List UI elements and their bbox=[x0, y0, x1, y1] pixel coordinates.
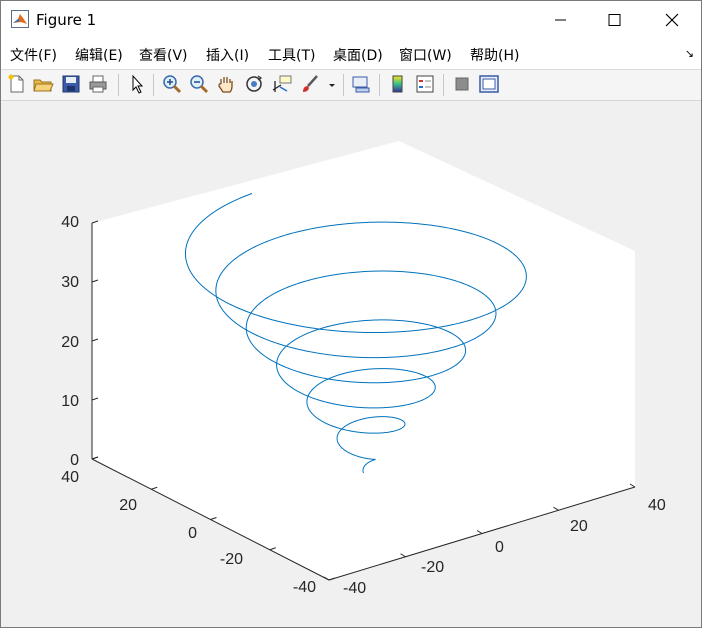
figure-toolbar bbox=[1, 70, 701, 101]
z-tick-label: 20 bbox=[61, 334, 79, 351]
link-plot-icon bbox=[352, 76, 370, 93]
y-tick-label: -40 bbox=[343, 580, 366, 597]
x-tick-label: 0 bbox=[188, 525, 197, 542]
toolbar-separator bbox=[443, 74, 444, 96]
print-icon bbox=[89, 75, 107, 93]
open-file-button[interactable] bbox=[32, 73, 54, 95]
z-tick-label: 0 bbox=[70, 452, 79, 469]
x-tick-label: -20 bbox=[220, 551, 243, 568]
save-icon bbox=[62, 75, 80, 93]
zoom-in-icon bbox=[163, 75, 182, 94]
zoom-out-icon bbox=[190, 75, 209, 94]
maximize-icon bbox=[608, 14, 621, 26]
menu-window[interactable]: 窗口(W) bbox=[399, 45, 452, 65]
toolbar-separator bbox=[118, 74, 119, 96]
axes-background bbox=[92, 141, 635, 580]
toolbar-separator bbox=[153, 74, 154, 96]
menu-edit[interactable]: 编辑(E) bbox=[75, 45, 123, 65]
dock-arrow-icon[interactable]: ↘ bbox=[685, 47, 694, 60]
maximize-button[interactable] bbox=[591, 1, 637, 39]
window-title: Figure 1 bbox=[36, 11, 97, 29]
menu-file[interactable]: 文件(F) bbox=[10, 45, 57, 65]
open-file-icon bbox=[33, 79, 54, 92]
pan-hand-icon bbox=[218, 77, 233, 93]
hide-plot-tools-button[interactable] bbox=[451, 73, 473, 95]
colorbar-icon bbox=[392, 75, 403, 93]
y-tick-label: -20 bbox=[421, 559, 444, 576]
edit-plot-button[interactable] bbox=[126, 73, 148, 95]
save-button[interactable] bbox=[60, 73, 82, 95]
new-figure-button[interactable] bbox=[6, 73, 28, 95]
figure-canvas[interactable]: 0 10 20 30 40 -40 -20 0 20 40 -40 -20 0 … bbox=[1, 101, 701, 627]
rotate-3d-icon bbox=[246, 75, 263, 92]
insert-colorbar-button[interactable] bbox=[387, 73, 409, 95]
brush-icon bbox=[303, 75, 318, 92]
zoom-out-button[interactable] bbox=[188, 73, 210, 95]
figure-window: Figure 1 文件(F) 编辑(E) 查看(V) 插入(I) 工具(T) 桌… bbox=[0, 0, 702, 628]
title-bar: Figure 1 bbox=[1, 1, 701, 39]
x-tick-label: 20 bbox=[119, 497, 137, 514]
x-tick-label: 40 bbox=[61, 469, 79, 486]
insert-legend-button[interactable] bbox=[414, 73, 436, 95]
menu-view[interactable]: 查看(V) bbox=[139, 45, 188, 65]
menu-bar: 文件(F) 编辑(E) 查看(V) 插入(I) 工具(T) 桌面(D) 窗口(W… bbox=[1, 39, 701, 70]
brush-dropdown[interactable] bbox=[325, 73, 339, 95]
print-button[interactable] bbox=[87, 73, 109, 95]
pointer-icon bbox=[132, 74, 144, 94]
menu-insert[interactable]: 插入(I) bbox=[206, 45, 249, 65]
minimize-button[interactable] bbox=[537, 1, 583, 39]
toolbar-separator bbox=[379, 74, 380, 96]
close-button[interactable] bbox=[649, 1, 695, 39]
menu-desktop[interactable]: 桌面(D) bbox=[333, 45, 383, 65]
menu-tools[interactable]: 工具(T) bbox=[268, 45, 315, 65]
zoom-in-button[interactable] bbox=[161, 73, 183, 95]
rotate-3d-button[interactable] bbox=[243, 73, 265, 95]
new-figure-icon bbox=[8, 74, 24, 93]
z-tick-label: 10 bbox=[61, 393, 79, 410]
data-cursor-icon bbox=[272, 75, 292, 92]
menu-help[interactable]: 帮助(H) bbox=[470, 45, 519, 65]
show-plot-tools-button[interactable] bbox=[478, 73, 500, 95]
minimize-icon bbox=[555, 19, 566, 21]
legend-icon bbox=[416, 75, 434, 93]
data-cursor-button[interactable] bbox=[271, 73, 293, 95]
x-tick-label: -40 bbox=[293, 579, 316, 596]
pan-button[interactable] bbox=[215, 73, 237, 95]
brush-button[interactable] bbox=[299, 73, 321, 95]
chevron-down-icon bbox=[329, 84, 335, 87]
y-tick-label: 20 bbox=[570, 518, 588, 535]
z-axis-tick-labels: 0 10 20 30 40 bbox=[61, 214, 79, 469]
hide-plot-tools-icon bbox=[455, 77, 469, 91]
y-tick-label: 0 bbox=[495, 539, 504, 556]
close-icon bbox=[665, 13, 679, 27]
y-tick-label: 40 bbox=[648, 497, 666, 514]
link-plot-button[interactable] bbox=[350, 73, 372, 95]
matlab-logo-icon bbox=[11, 10, 29, 28]
z-tick-label: 30 bbox=[61, 274, 79, 291]
show-plot-tools-icon bbox=[479, 75, 499, 93]
z-tick-label: 40 bbox=[61, 214, 79, 231]
axes-3d[interactable]: 0 10 20 30 40 -40 -20 0 20 40 -40 -20 0 … bbox=[1, 101, 701, 627]
toolbar-separator bbox=[343, 74, 344, 96]
